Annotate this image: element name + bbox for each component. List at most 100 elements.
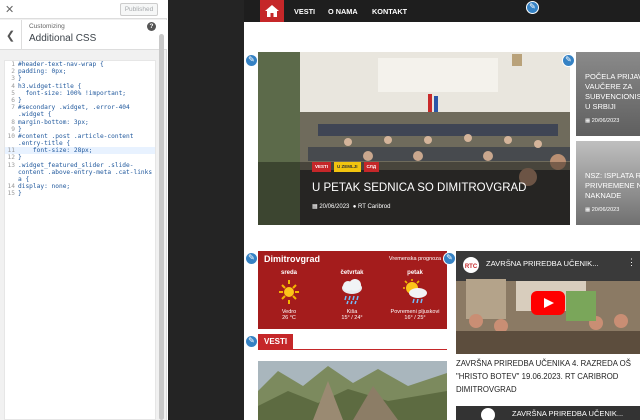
line-number: 14 bbox=[7, 183, 15, 191]
vesti-post-image[interactable] bbox=[258, 361, 447, 420]
css-code-editor[interactable]: 1 #header-text-nav-wrap {2 padding: 0px; 3}… bbox=[4, 60, 156, 420]
code-line[interactable]: 13 .widget_featured_slider .slide- bbox=[5, 162, 155, 169]
featured-date: 20/06/2023 bbox=[319, 204, 350, 210]
weather-temp: 16° / 25° bbox=[404, 315, 426, 321]
edit-shortcut-pencil-icon[interactable]: ✎ bbox=[245, 252, 258, 265]
side-post-date: ▦ 20/06/2023 bbox=[585, 118, 620, 124]
back-button[interactable]: ❮ bbox=[0, 20, 22, 50]
code-line[interactable]: 7 #secondary .widget, .error-404 bbox=[5, 104, 155, 111]
side-post[interactable]: NSZ: ISPLATA R PRIVREMENE N NAKNADE ▦ 20… bbox=[576, 141, 640, 225]
line-number: 4 bbox=[11, 82, 15, 90]
line-number: 5 bbox=[11, 89, 15, 97]
calendar-icon: ▦ bbox=[312, 204, 318, 210]
weather-city: Dimitrovgrad bbox=[264, 254, 321, 264]
featured-title[interactable]: U PETAK SEDNICA SO DIMITROVGRAD bbox=[312, 182, 527, 194]
video-2-title[interactable]: ZAVRŠNA PRIREDBA UČENIK... bbox=[512, 409, 623, 418]
calendar-icon: ▦ bbox=[585, 118, 591, 124]
line-number bbox=[5, 111, 18, 118]
sun-rain-icon bbox=[384, 276, 446, 306]
code-text: font-size: 100% !important; bbox=[18, 89, 127, 97]
nav-o-nama[interactable]: O NAMA bbox=[328, 7, 358, 16]
code-text: #content .post .article-content bbox=[18, 132, 134, 140]
side-post-title-line[interactable]: U SRBIJI bbox=[585, 102, 616, 112]
youtube-play-icon[interactable] bbox=[531, 291, 565, 315]
line-number: 8 bbox=[11, 118, 15, 126]
code-line[interactable]: 1 #header-text-nav-wrap { bbox=[5, 61, 155, 68]
help-icon[interactable]: ? bbox=[147, 22, 156, 31]
code-text: padding: 0px; bbox=[18, 68, 67, 76]
video-caption[interactable]: ZAVRŠNA PRIREDBA UČENIKA 4. RAZREDA OŠ "… bbox=[456, 357, 640, 396]
code-line[interactable]: content .above-entry-meta .cat-links bbox=[5, 169, 155, 176]
edit-shortcut-pencil-icon[interactable]: ✎ bbox=[443, 252, 456, 265]
side-post-title-line[interactable]: POČELA PRIJAV bbox=[585, 72, 640, 82]
weather-day: petak Povremeni pljuskovi 16° / 25° bbox=[384, 270, 446, 321]
code-line[interactable]: 11 font-size: 28px; bbox=[5, 147, 155, 155]
code-line[interactable]: a { bbox=[5, 176, 155, 183]
featured-author[interactable]: RT Caribrod bbox=[358, 204, 390, 210]
code-line[interactable]: 8 margin-bottom: 3px; bbox=[5, 119, 155, 126]
category-badges: VESTI U ZEMLJI СЛД bbox=[312, 162, 380, 172]
site-preview: VESTI O NAMA KONTAKT ✎ ✎ VESTI U ZEMLJI … bbox=[168, 0, 640, 420]
code-line[interactable]: 5 font-size: 100% !important; bbox=[5, 90, 155, 97]
video-embed-2[interactable]: ZAVRŠNA PRIREDBA UČENIK... bbox=[456, 406, 640, 420]
line-number bbox=[5, 176, 18, 183]
featured-photo bbox=[258, 52, 570, 225]
code-line[interactable]: 3} bbox=[5, 75, 155, 82]
edit-shortcut-pencil-icon[interactable]: ✎ bbox=[526, 1, 539, 14]
code-text: display: none; bbox=[18, 183, 71, 191]
code-text: } bbox=[18, 190, 22, 198]
code-text: h3.widget-title { bbox=[18, 82, 82, 90]
code-line[interactable]: 15} bbox=[5, 190, 155, 197]
code-line[interactable]: 9} bbox=[5, 126, 155, 133]
side-post-title-line[interactable]: VAUČERE ZA bbox=[585, 82, 632, 92]
section-breadcrumb: Customizing bbox=[29, 23, 65, 30]
more-vertical-icon[interactable]: ⋮ bbox=[627, 257, 636, 268]
code-text: .widget { bbox=[18, 111, 52, 119]
weather-widget: Dimitrovgrad Vremenska prognoza sreda Ve… bbox=[258, 251, 447, 329]
svg-text:RTC: RTC bbox=[465, 264, 478, 270]
weather-forecast-link[interactable]: Vremenska prognoza bbox=[389, 256, 441, 262]
panel-scrollbar[interactable] bbox=[159, 34, 164, 420]
home-button[interactable] bbox=[260, 0, 284, 22]
edit-shortcut-pencil-icon[interactable]: ✎ bbox=[245, 335, 258, 348]
code-line[interactable]: 6} bbox=[5, 97, 155, 104]
edit-shortcut-pencil-icon[interactable]: ✎ bbox=[245, 54, 258, 67]
badge-vesti[interactable]: VESTI bbox=[312, 162, 332, 172]
code-line[interactable]: .widget { bbox=[5, 111, 155, 118]
video-title[interactable]: ZAVRŠNA PRIREDBA UČENIK... bbox=[486, 259, 599, 268]
section-title: Additional CSS bbox=[29, 33, 97, 44]
code-text: #secondary .widget, .error-404 bbox=[18, 104, 130, 112]
line-number: 15 bbox=[7, 190, 15, 198]
publish-button[interactable]: Published bbox=[120, 3, 158, 16]
site-page: VESTI O NAMA KONTAKT ✎ ✎ VESTI U ZEMLJI … bbox=[244, 0, 640, 420]
badge-u-zemlji[interactable]: U ZEMLJI bbox=[334, 162, 361, 172]
code-line[interactable]: 4 h3.widget-title { bbox=[5, 83, 155, 90]
close-icon[interactable]: ✕ bbox=[5, 3, 14, 16]
line-number: 13 bbox=[7, 161, 15, 169]
code-line[interactable]: 10 #content .post .article-content bbox=[5, 133, 155, 140]
code-line[interactable]: 14 display: none; bbox=[5, 183, 155, 190]
nav-vesti[interactable]: VESTI bbox=[294, 7, 315, 16]
line-number: 2 bbox=[11, 68, 15, 76]
side-post[interactable]: POČELA PRIJAV VAUČERE ZA SUBVENCIONIS U … bbox=[576, 52, 640, 136]
side-post-date: ▦ 20/06/2023 bbox=[585, 207, 620, 213]
badge-sld[interactable]: СЛД bbox=[363, 162, 380, 172]
side-post-title-line[interactable]: NAKNADE bbox=[585, 191, 621, 201]
line-number: 7 bbox=[11, 104, 15, 112]
top-navigation: VESTI O NAMA KONTAKT bbox=[244, 0, 640, 22]
side-post-title-line[interactable]: SUBVENCIONIS bbox=[585, 92, 640, 102]
home-icon bbox=[265, 5, 279, 17]
line-number: 9 bbox=[11, 125, 15, 133]
code-line[interactable]: .entry-title { bbox=[5, 140, 155, 147]
weather-day: sreda Vedro 26 °C bbox=[258, 270, 320, 321]
edit-shortcut-pencil-icon[interactable]: ✎ bbox=[562, 54, 575, 67]
featured-slider[interactable]: VESTI U ZEMLJI СЛД U PETAK SEDNICA SO DI… bbox=[258, 52, 570, 225]
vesti-section-label[interactable]: VESTI bbox=[258, 334, 294, 350]
weather-day: četvrtak Kiša 15° / 24° bbox=[321, 270, 383, 321]
side-post-title-line[interactable]: NSZ: ISPLATA R bbox=[585, 171, 640, 181]
code-line[interactable]: 12} bbox=[5, 154, 155, 161]
line-number: 1 bbox=[11, 61, 15, 68]
nav-kontakt[interactable]: KONTAKT bbox=[372, 7, 407, 16]
code-line[interactable]: 2 padding: 0px; bbox=[5, 68, 155, 75]
side-post-title-line[interactable]: PRIVREMENE N bbox=[585, 181, 640, 191]
